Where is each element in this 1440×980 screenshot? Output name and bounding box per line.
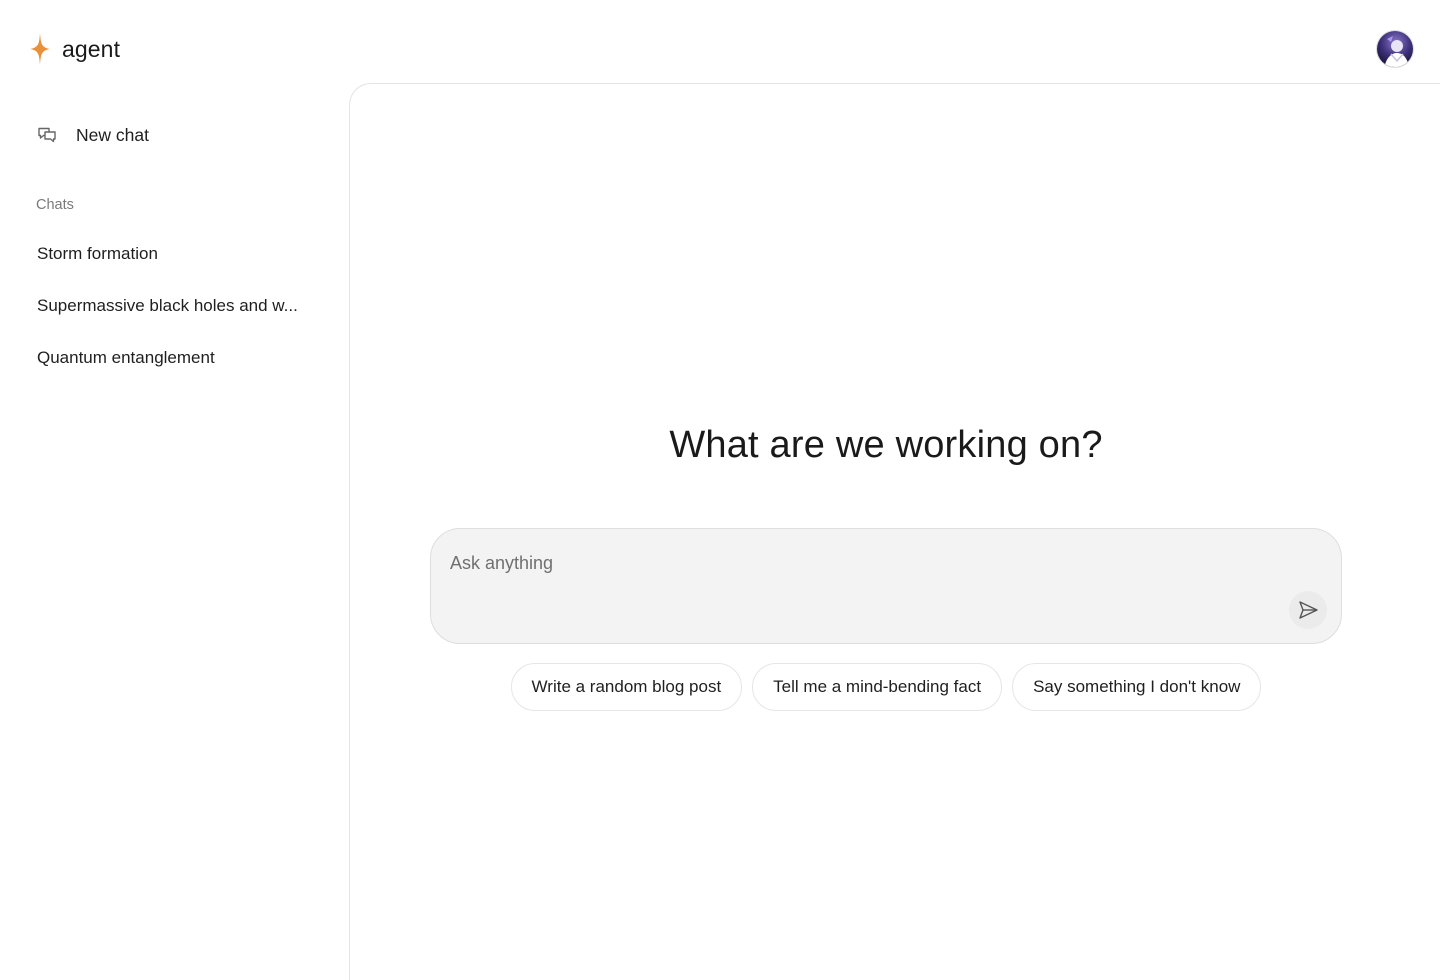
user-avatar[interactable] [1376, 30, 1414, 68]
suggestion-chips: Write a random blog post Tell me a mind-… [430, 663, 1342, 711]
page-headline: What are we working on? [669, 424, 1103, 466]
brand-logo[interactable]: agent [28, 32, 120, 66]
suggestion-chip-blog-post[interactable]: Write a random blog post [510, 663, 743, 711]
message-composer [430, 528, 1342, 644]
new-chat-label: New chat [76, 124, 149, 145]
suggestion-chip-unknown[interactable]: Say something I don't know [1012, 663, 1262, 711]
send-icon [1299, 601, 1318, 619]
avatar-image [1377, 31, 1413, 67]
chats-section-label: Chats [36, 197, 74, 213]
brand-name: agent [62, 35, 121, 62]
chat-history-item[interactable]: Storm formation [37, 242, 327, 294]
chat-history-item[interactable]: Supermassive black holes and w... [37, 294, 327, 346]
chat-history-list: Storm formation Supermassive black holes… [37, 242, 327, 398]
chat-bubbles-icon [38, 127, 56, 143]
new-chat-button[interactable]: New chat [32, 120, 155, 150]
message-input[interactable] [450, 547, 1270, 579]
send-button[interactable] [1289, 591, 1327, 629]
suggestion-chip-fact[interactable]: Tell me a mind-bending fact [752, 663, 1003, 711]
sidebar: New chat Chats Storm formation Supermass… [0, 84, 349, 980]
chat-history-item[interactable]: Quantum entanglement [37, 346, 327, 398]
app-window: agent New chat Chats Storm formation Sup… [0, 0, 1440, 980]
main-panel: What are we working on? Write a random b… [349, 83, 1440, 980]
sparkle-icon [30, 33, 50, 65]
